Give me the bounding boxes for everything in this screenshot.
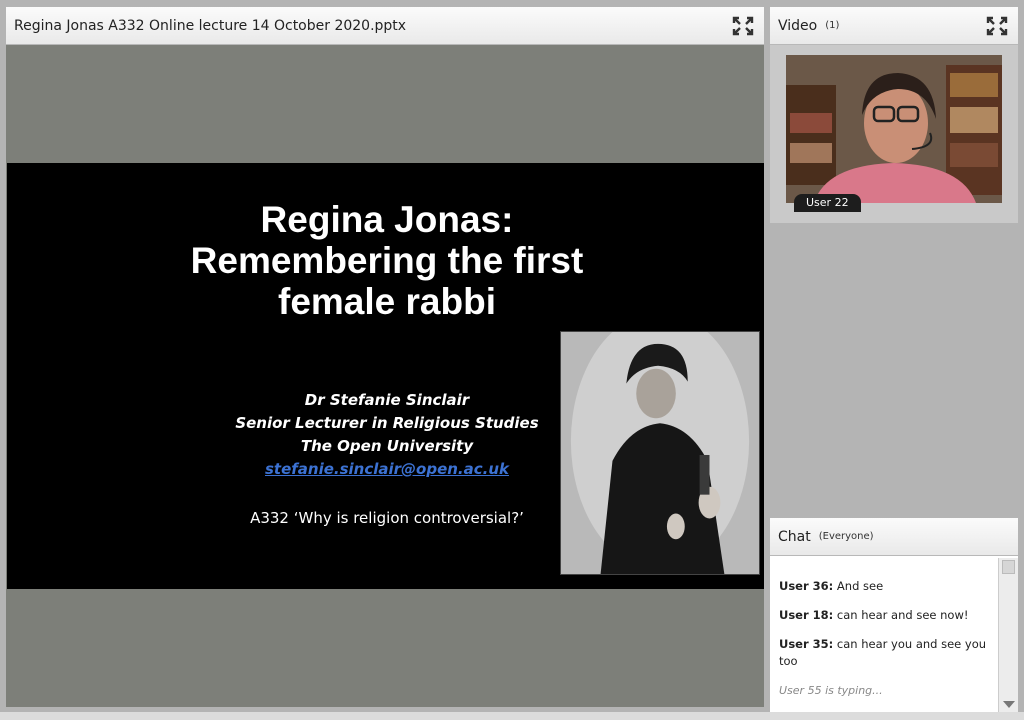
scroll-down-arrow-icon[interactable]	[1003, 701, 1015, 708]
presentation-slide: Regina Jonas: Remembering the first fema…	[7, 163, 764, 589]
chat-message-list: User 36: And see User 18: can hear and s…	[770, 558, 996, 712]
fullscreen-icon[interactable]	[986, 16, 1008, 36]
video-pod-titlebar: Video (1)	[770, 7, 1018, 45]
slide-title-line: Regina Jonas:	[260, 199, 514, 240]
slide-author-block: Dr Stefanie Sinclair Senior Lecturer in …	[157, 389, 617, 481]
author-name: Dr Stefanie Sinclair	[304, 391, 470, 409]
chat-message-user: User 36:	[779, 579, 834, 593]
share-pod-titlebar: Regina Jonas A332 Online lecture 14 Octo…	[6, 7, 764, 45]
webcam-user-label: User 22	[794, 194, 861, 212]
chat-message: User 35: can hear you and see you too	[779, 636, 988, 670]
share-pod: Regina Jonas A332 Online lecture 14 Octo…	[6, 7, 764, 707]
portrait-photo	[560, 331, 760, 575]
slide-title-line: female rabbi	[278, 281, 496, 322]
chat-message: User 36: And see	[779, 578, 988, 595]
chat-message-text: And see	[836, 579, 884, 593]
video-pod-title: Video	[778, 17, 818, 34]
chat-scroll-thumb[interactable]	[1002, 560, 1015, 574]
chat-scrollbar[interactable]	[998, 558, 1018, 712]
slide-title: Regina Jonas: Remembering the first fema…	[7, 199, 767, 322]
slide-course-title: A332 ‘Why is religion controversial?’	[250, 509, 524, 527]
slide-title-line: Remembering the first	[190, 240, 584, 281]
video-pod: Video (1) User 22	[770, 7, 1018, 223]
webcam-feed[interactable]	[786, 55, 1002, 203]
author-role: Senior Lecturer in Religious Studies	[235, 414, 539, 432]
chat-message: User 18: can hear and see now!	[779, 607, 988, 624]
share-pod-title: Regina Jonas A332 Online lecture 14 Octo…	[14, 17, 407, 34]
chat-pod: Chat (Everyone) User 36: And see User 18…	[770, 518, 1018, 712]
fullscreen-icon[interactable]	[732, 16, 754, 36]
video-participant-count: (1)	[825, 20, 840, 31]
chat-pod-title: Chat	[778, 528, 811, 545]
chat-pod-titlebar: Chat (Everyone)	[770, 518, 1018, 556]
chat-message-text: can hear and see now!	[836, 608, 969, 622]
bottom-strip	[0, 712, 1024, 720]
typing-indicator: User 55 is typing...	[779, 684, 883, 697]
author-institution: The Open University	[300, 437, 474, 455]
chat-scope[interactable]: (Everyone)	[819, 531, 874, 542]
author-email-link[interactable]: stefanie.sinclair@open.ac.uk	[157, 458, 617, 481]
chat-message-user: User 18:	[779, 608, 834, 622]
chat-message-user: User 35:	[779, 637, 834, 651]
